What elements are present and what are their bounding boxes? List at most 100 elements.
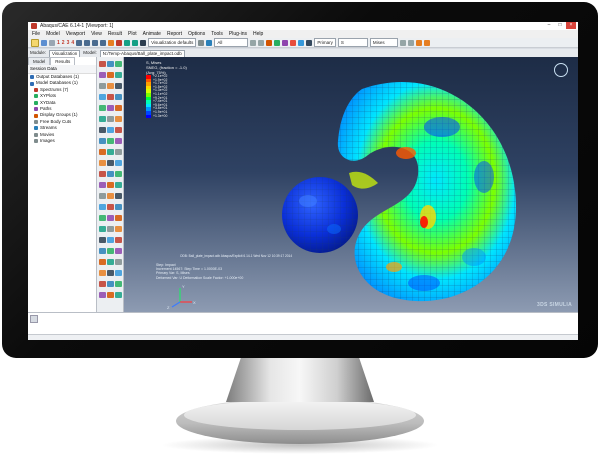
primary-output-select[interactable]: Primary bbox=[314, 38, 336, 47]
toolbox-tool-icon[interactable] bbox=[115, 193, 122, 199]
toolbox-tool-icon[interactable] bbox=[107, 83, 114, 89]
toolbox-tool-icon[interactable] bbox=[99, 204, 106, 210]
toolbox-tool-icon[interactable] bbox=[99, 237, 106, 243]
viewport[interactable]: Y X Z S, Mises SNEG, (fraction = -1.0) (… bbox=[124, 57, 578, 312]
toolbox-tool-icon[interactable] bbox=[107, 215, 114, 221]
query-icon[interactable] bbox=[108, 39, 115, 46]
view-iso-icon[interactable] bbox=[132, 39, 139, 46]
toolbox-tool-icon[interactable] bbox=[115, 127, 122, 133]
menu-tools[interactable]: Tools bbox=[211, 30, 223, 38]
toolbox-tool-icon[interactable] bbox=[107, 270, 114, 276]
toolbox-tool-icon[interactable] bbox=[115, 160, 122, 166]
menu-animate[interactable]: Animate bbox=[143, 30, 161, 38]
maximize-button[interactable]: □ bbox=[555, 22, 565, 29]
toolbox-tool-icon[interactable] bbox=[107, 204, 114, 210]
toolbox-tool-icon[interactable] bbox=[107, 127, 114, 133]
toolbox-tool-icon[interactable] bbox=[99, 171, 106, 177]
toolbox-tool-icon[interactable] bbox=[107, 138, 114, 144]
toolbox-tool-icon[interactable] bbox=[115, 138, 122, 144]
camera-icon[interactable] bbox=[306, 39, 313, 46]
toolbox-tool-icon[interactable] bbox=[99, 94, 106, 100]
pan-icon[interactable] bbox=[76, 39, 83, 46]
translucency-icon[interactable] bbox=[298, 39, 305, 46]
toolbox-tool-icon[interactable] bbox=[115, 226, 122, 232]
play-icon[interactable] bbox=[415, 39, 422, 46]
message-area[interactable] bbox=[28, 312, 578, 335]
toolbox-tool-icon[interactable] bbox=[99, 270, 106, 276]
toolbox-tool-icon[interactable] bbox=[115, 182, 122, 188]
toolbox-tool-icon[interactable] bbox=[107, 292, 114, 298]
step-frame-icon[interactable] bbox=[407, 39, 414, 46]
menu-view[interactable]: View bbox=[91, 30, 102, 38]
toolbox-tool-icon[interactable] bbox=[115, 281, 122, 287]
toolbox-tool-icon[interactable] bbox=[115, 237, 122, 243]
toolbox-tool-icon[interactable] bbox=[99, 215, 106, 221]
toolbox-tool-icon[interactable] bbox=[99, 61, 106, 67]
toolbox-tool-icon[interactable] bbox=[115, 94, 122, 100]
contour-icon[interactable] bbox=[266, 39, 273, 46]
toolbox-tool-icon[interactable] bbox=[107, 61, 114, 67]
rotate-icon[interactable] bbox=[84, 39, 91, 46]
toolbox-tool-icon[interactable] bbox=[115, 61, 122, 67]
toolbox-tool-icon[interactable] bbox=[107, 248, 114, 254]
toolbox-tool-icon[interactable] bbox=[115, 116, 122, 122]
undo-icon[interactable] bbox=[116, 39, 123, 46]
menu-viewport[interactable]: Viewport bbox=[66, 30, 85, 38]
invariant-select[interactable]: Mises bbox=[369, 38, 398, 47]
step-3-button[interactable]: 3 bbox=[67, 40, 70, 46]
toolbox-tool-icon[interactable] bbox=[107, 72, 114, 78]
toolbox-tool-icon[interactable] bbox=[107, 259, 114, 265]
view-front-icon[interactable] bbox=[124, 39, 131, 46]
toolbox-tool-icon[interactable] bbox=[115, 105, 122, 111]
toolbox-tool-icon[interactable] bbox=[99, 72, 106, 78]
tab-model[interactable]: Model bbox=[28, 57, 51, 65]
primary-variable-select[interactable]: S bbox=[337, 38, 368, 47]
mesh-icon[interactable] bbox=[258, 39, 265, 46]
toolbox-tool-icon[interactable] bbox=[99, 226, 106, 232]
toolbox-tool-icon[interactable] bbox=[115, 83, 122, 89]
toolbox-tool-icon[interactable] bbox=[115, 292, 122, 298]
toolbox-tool-icon[interactable] bbox=[115, 149, 122, 155]
toolbox-tool-icon[interactable] bbox=[107, 160, 114, 166]
field-output-icon[interactable] bbox=[399, 39, 406, 46]
step-2-button[interactable]: 2 bbox=[62, 40, 65, 46]
color-code-icon[interactable] bbox=[206, 39, 213, 46]
toolbox-tool-icon[interactable] bbox=[115, 248, 122, 254]
toolbox-tool-icon[interactable] bbox=[107, 105, 114, 111]
toolbox-tool-icon[interactable] bbox=[115, 215, 122, 221]
toolbox-tool-icon[interactable] bbox=[99, 182, 106, 188]
toolbox-tool-icon[interactable] bbox=[99, 105, 106, 111]
visualization-defaults-select[interactable]: Visualization defaults bbox=[148, 38, 197, 47]
stop-icon[interactable] bbox=[423, 39, 430, 46]
toolbox-tool-icon[interactable] bbox=[99, 259, 106, 265]
toolbox-tool-icon[interactable] bbox=[115, 171, 122, 177]
toolbox-tool-icon[interactable] bbox=[99, 149, 106, 155]
toolbox-tool-icon[interactable] bbox=[107, 149, 114, 155]
zoom-icon[interactable] bbox=[92, 39, 99, 46]
toolbox-tool-icon[interactable] bbox=[107, 94, 114, 100]
material-icon[interactable] bbox=[282, 39, 289, 46]
toolbox-tool-icon[interactable] bbox=[99, 160, 106, 166]
print-icon[interactable] bbox=[49, 39, 55, 46]
render-style-icon[interactable] bbox=[198, 39, 205, 46]
toolbox-tool-icon[interactable] bbox=[99, 281, 106, 287]
menu-help[interactable]: Help bbox=[253, 30, 263, 38]
symbol-icon[interactable] bbox=[274, 39, 281, 46]
toolbox-tool-icon[interactable] bbox=[99, 127, 106, 133]
cut-icon[interactable] bbox=[250, 39, 257, 46]
toolbox-tool-icon[interactable] bbox=[99, 83, 106, 89]
menu-result[interactable]: Result bbox=[108, 30, 122, 38]
save-icon[interactable] bbox=[41, 39, 47, 46]
step-4-button[interactable]: 4 bbox=[71, 40, 74, 46]
menu-plugins[interactable]: Plug-ins bbox=[229, 30, 247, 38]
menu-model[interactable]: Model bbox=[46, 30, 60, 38]
toolbox-tool-icon[interactable] bbox=[99, 248, 106, 254]
animate-icon[interactable] bbox=[290, 39, 297, 46]
step-1-button[interactable]: 1 bbox=[57, 40, 60, 46]
toolbox-tool-icon[interactable] bbox=[99, 138, 106, 144]
render-style-select[interactable]: All bbox=[214, 38, 249, 47]
toolbox-tool-icon[interactable] bbox=[107, 237, 114, 243]
view-compass-icon[interactable] bbox=[554, 63, 568, 77]
toolbox-tool-icon[interactable] bbox=[115, 270, 122, 276]
toolbox-tool-icon[interactable] bbox=[107, 171, 114, 177]
